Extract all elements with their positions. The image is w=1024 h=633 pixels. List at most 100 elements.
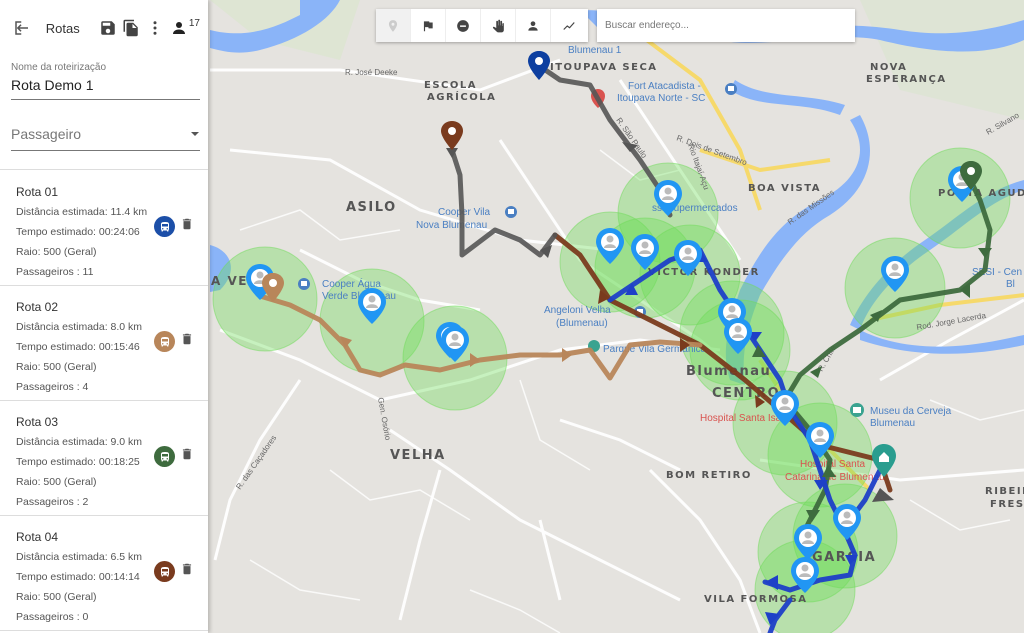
more-vert-icon — [153, 21, 157, 35]
poi-museu-1: Museu da Cerveja — [870, 406, 952, 417]
copy-button[interactable] — [120, 16, 144, 40]
panel-title: Rotas — [45, 20, 80, 36]
route-card[interactable]: Rota 04 Distância estimada: 6.5 km Tempo… — [0, 516, 208, 631]
shop-icon — [298, 278, 310, 290]
map-toolbar — [376, 9, 588, 42]
copy-icon — [123, 19, 139, 37]
route-color-bus-button[interactable] — [154, 561, 175, 582]
route-line-icon — [562, 21, 575, 30]
passenger-select-placeholder: Passageiro — [11, 126, 82, 142]
neighborhood-nova-1: NOVA — [870, 62, 907, 73]
route-actions — [154, 216, 194, 237]
route-card[interactable]: Rota 02 Distância estimada: 8.0 km Tempo… — [0, 286, 208, 401]
neighborhood-victor-konder: VICTOR KONDER — [648, 267, 760, 278]
person-icon — [528, 20, 538, 31]
tool-passenger[interactable] — [516, 9, 551, 42]
route-color-bus-button[interactable] — [154, 331, 175, 352]
neighborhood-itoupava: ITOUPAVA SECA — [550, 62, 658, 73]
neighborhood-agua-verde: A VE — [211, 274, 248, 288]
museum-icon — [850, 403, 864, 417]
neighborhood-bom-retiro: BOM RETIRO — [666, 470, 752, 481]
save-icon — [100, 21, 115, 35]
delete-route-button[interactable] — [180, 217, 194, 236]
route-passengers: Passageiros : 2 — [16, 496, 89, 508]
more-menu-button[interactable] — [143, 16, 167, 40]
routes-panel: Rotas 17 Nome da roteirização Rota Demo … — [0, 0, 208, 633]
dropdown-arrow-icon — [191, 132, 199, 136]
bus-icon — [160, 221, 169, 231]
neighborhood-garcia: GARCIA — [812, 550, 876, 565]
route-name: Rota 04 — [16, 530, 59, 544]
route-actions — [154, 561, 194, 582]
delete-route-button[interactable] — [180, 332, 194, 351]
poi-museu-2: Blumenau — [870, 418, 915, 429]
panel-header: Rotas 17 — [0, 0, 208, 56]
collapse-panel-button[interactable] — [10, 16, 34, 40]
route-actions — [154, 331, 194, 352]
route-radius: Raio: 500 (Geral) — [16, 246, 97, 258]
poi-fort-atacadista-1: Fort Atacadista - — [628, 81, 701, 92]
delete-route-button[interactable] — [180, 562, 194, 581]
trash-icon — [182, 218, 192, 230]
tool-remove[interactable] — [446, 9, 481, 42]
save-button[interactable] — [96, 16, 120, 40]
route-card[interactable]: Rota 03 Distância estimada: 9.0 km Tempo… — [0, 401, 208, 516]
route-name-field: Nome da roteirização Rota Demo 1 Passage… — [0, 62, 208, 151]
route-card[interactable]: Rota 01 Distância estimada: 11.4 km Temp… — [0, 171, 208, 286]
route-name-label: Nome da roteirização — [11, 62, 107, 73]
poi-fort-atacadista-2: Itoupava Norte - SC — [617, 93, 705, 104]
poi-sesi-2: Bl — [1006, 279, 1015, 290]
bus-icon — [160, 336, 169, 346]
exit-to-app-icon — [15, 21, 28, 35]
route-radius: Raio: 500 (Geral) — [16, 591, 97, 603]
bus-icon — [160, 566, 169, 576]
poi-hospital-santa-catarina-1: Hospital Santa — [800, 459, 865, 470]
passenger-count-badge: 17 — [188, 17, 200, 29]
passengers-button[interactable] — [167, 16, 191, 40]
route-name-input[interactable]: Rota Demo 1 — [11, 73, 200, 100]
marker-icon — [388, 19, 398, 32]
poi-angeloni-2: (Blumenau) — [556, 318, 608, 329]
tool-flag[interactable] — [411, 9, 446, 42]
hand-icon — [492, 19, 504, 32]
tool-marker[interactable] — [376, 9, 411, 42]
poi-cooper-vila-2: Nova Blumenau — [416, 220, 487, 231]
neighborhood-ribeirao-1: RIBEIR — [985, 486, 1024, 497]
route-passengers: Passageiros : 0 — [16, 611, 89, 623]
person-icon — [172, 22, 185, 34]
neighborhood-velha: VELHA — [390, 448, 446, 463]
poi-hospital-santa-catarina-2: Catarina de Blumenau — [785, 472, 885, 483]
route-passengers: Passageiros : 11 — [16, 266, 94, 278]
delete-route-button[interactable] — [180, 447, 194, 466]
trash-icon — [182, 333, 192, 345]
poi-blumenau-top: Blumenau 1 — [568, 45, 622, 56]
tool-pan[interactable] — [481, 9, 516, 42]
minus-circle-icon — [457, 19, 469, 32]
neighborhood-ribeirao-2: FRESC — [990, 499, 1024, 510]
route-actions — [154, 446, 194, 467]
neighborhood-boa-vista: BOA VISTA — [748, 183, 821, 194]
route-name: Rota 01 — [16, 185, 59, 199]
flag-icon — [423, 20, 433, 31]
address-search-input[interactable] — [605, 9, 847, 42]
trash-icon — [182, 563, 192, 575]
route-color-bus-button[interactable] — [154, 216, 175, 237]
bus-icon — [160, 451, 169, 461]
passenger-select[interactable]: Passageiro — [11, 122, 200, 151]
neighborhood-escola-2: AGRÍCOLA — [427, 90, 496, 103]
trash-icon — [182, 448, 192, 460]
shop-icon — [725, 83, 737, 95]
route-name: Rota 02 — [16, 300, 59, 314]
route-radius: Raio: 500 (Geral) — [16, 476, 97, 488]
neighborhood-nova-2: ESPERANÇA — [866, 74, 947, 85]
neighborhood-escola-1: ESCOLA — [424, 80, 477, 91]
address-search — [597, 9, 855, 42]
route-name: Rota 03 — [16, 415, 59, 429]
shop-icon — [505, 206, 517, 218]
route-color-bus-button[interactable] — [154, 446, 175, 467]
panel-divider — [0, 169, 208, 170]
route-passengers: Passageiros : 4 — [16, 381, 89, 393]
route-radius: Raio: 500 (Geral) — [16, 361, 97, 373]
tool-route[interactable] — [551, 9, 586, 42]
road-jose-deeke: R. José Deeke — [345, 68, 398, 77]
